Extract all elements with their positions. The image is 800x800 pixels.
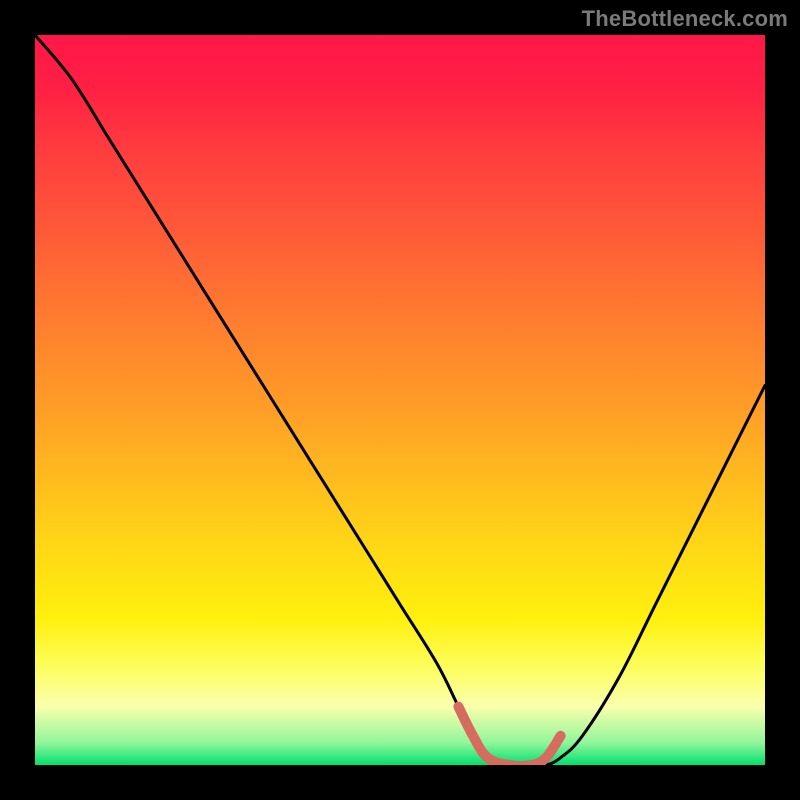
watermark-text: TheBottleneck.com — [582, 6, 788, 32]
curve-layer — [35, 35, 765, 765]
highlight-band — [458, 707, 560, 765]
bottleneck-curve — [35, 35, 765, 765]
chart-frame: TheBottleneck.com — [0, 0, 800, 800]
plot-area — [35, 35, 765, 765]
